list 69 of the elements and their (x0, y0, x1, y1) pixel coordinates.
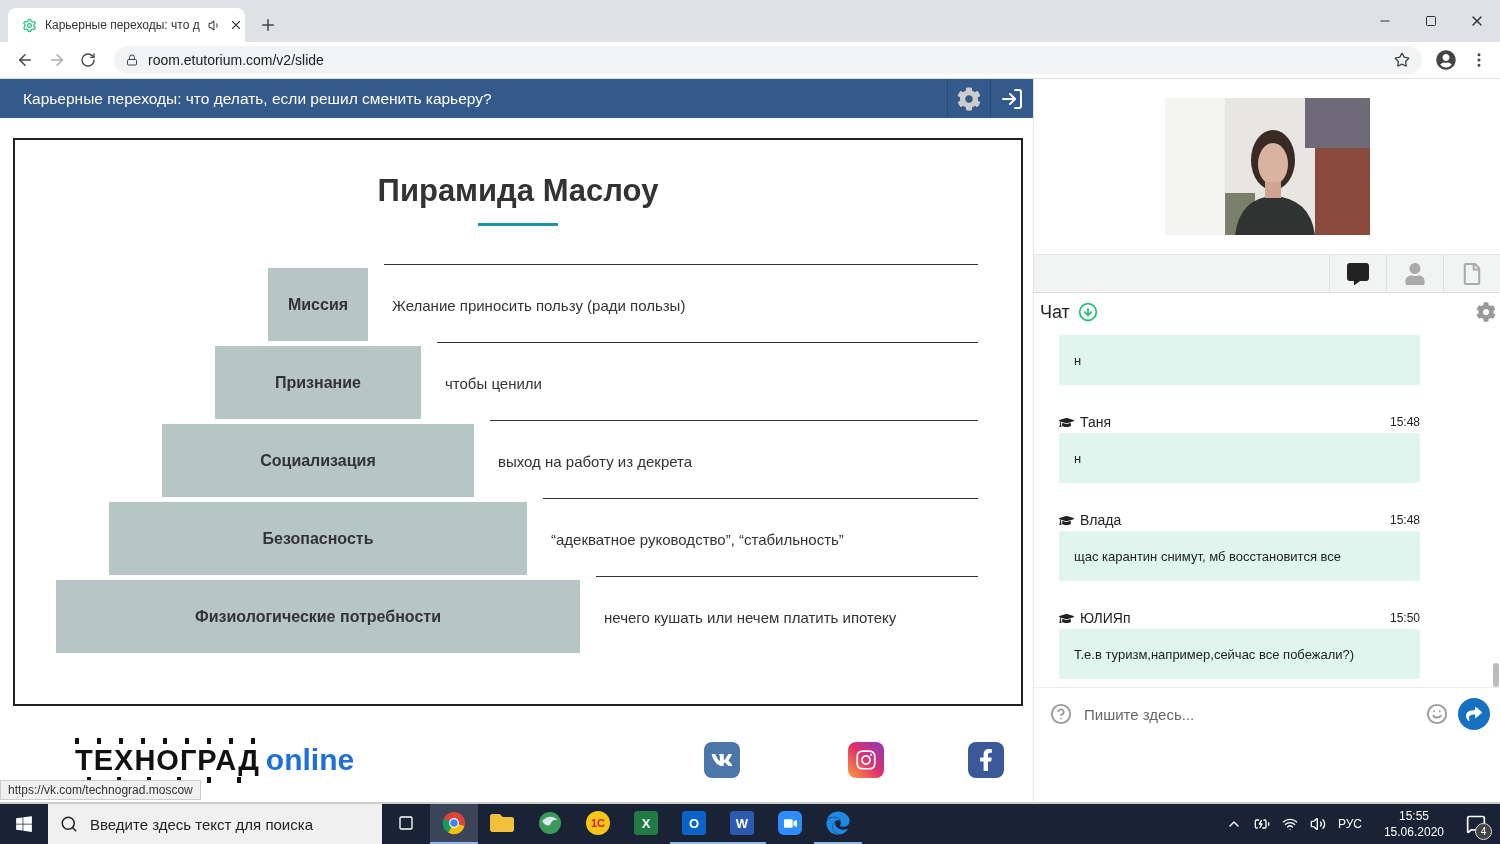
gear-icon (957, 86, 981, 111)
clock-date[interactable]: 15.06.2020 (1383, 824, 1444, 840)
level-note: выход на работу из декрета (498, 453, 693, 470)
video-camera-icon[interactable] (778, 811, 802, 835)
slide-title: Пирамида Маслоу (377, 173, 659, 209)
message-bubble: Т.е.в туризм,например,сейчас все побежали?) (1059, 629, 1420, 679)
address-field[interactable]: room.etutorium.com/v2/slide (114, 46, 1422, 74)
battery-icon[interactable] (1253, 816, 1270, 832)
pyramid-level: Признание (215, 346, 421, 419)
pyramid-level: Безопасность (109, 502, 527, 575)
lock-icon (126, 54, 138, 66)
message-input[interactable]: Пишите здесь... (1082, 704, 1416, 724)
message-author: Влада (1080, 512, 1123, 528)
level-note: “адекватное руководство”, “стабильность” (551, 531, 844, 548)
globe-icon[interactable] (538, 811, 562, 835)
chat-title: Чат (1040, 301, 1070, 323)
scrollbar[interactable] (1493, 663, 1499, 687)
pyramid-level: Социализация (162, 424, 474, 497)
settings-icon[interactable] (1476, 302, 1496, 322)
facebook-icon[interactable] (968, 742, 1005, 778)
smiley-icon[interactable] (1426, 703, 1448, 725)
clock-time[interactable]: 15:55 (1398, 808, 1429, 824)
chrome-icon (442, 811, 466, 835)
search-icon (60, 815, 78, 833)
folder-icon[interactable] (490, 811, 514, 835)
app-icon[interactable]: O (682, 811, 706, 835)
send-button[interactable] (1458, 698, 1490, 730)
search-input[interactable]: Введите здесь текст для поиска (88, 814, 382, 834)
back-icon[interactable] (16, 51, 34, 69)
app-icon[interactable]: X (634, 811, 658, 835)
exit-icon (1000, 86, 1024, 111)
speaker-icon[interactable] (207, 18, 221, 32)
help-icon[interactable] (1050, 703, 1072, 725)
profile-icon[interactable] (1436, 50, 1456, 70)
tab-title: Карьерные переходы: что д (45, 18, 200, 32)
message-time: 15:48 (1389, 415, 1420, 429)
header-title: Карьерные переходы: что делать, если решил сменить карьеру? (23, 89, 493, 108)
edge-icon[interactable] (826, 811, 850, 835)
task-view-icon[interactable] (398, 815, 414, 831)
wifi-icon[interactable] (1281, 816, 1298, 832)
star-icon[interactable] (1394, 52, 1410, 68)
logo-text: ТЕХНОГРАД (75, 737, 260, 783)
status-url: https://vk.com/technograd.moscow (0, 780, 201, 800)
app-icon[interactable]: W (730, 811, 754, 835)
message-bubble: н (1059, 335, 1420, 385)
message-bubble: щас карантин снимут, мб восстановится все (1059, 531, 1420, 581)
url-text: room.etutorium.com/v2/slide (148, 52, 325, 68)
pyramid-level: Миссия (268, 268, 368, 341)
level-note: Желание приносить пользу (ради пользы) (392, 297, 686, 314)
browser-tab[interactable]: Карьерные переходы: что д (8, 8, 245, 42)
vk-icon[interactable] (704, 742, 741, 778)
message-author: Таня (1080, 414, 1113, 430)
search-field[interactable]: Введите здесь текст для поиска (48, 804, 382, 844)
message-author: ЮЛИЯп (1080, 610, 1132, 626)
message-time: 15:50 (1389, 611, 1420, 625)
level-note: чтобы ценили (445, 375, 542, 392)
reload-icon[interactable] (80, 52, 96, 68)
forward-arrow-icon (1466, 706, 1482, 722)
notification-badge: 4 (1475, 823, 1492, 840)
logo-suffix: online (265, 743, 355, 777)
pyramid-level: Физиологические потребности (56, 580, 580, 653)
gear-icon (22, 17, 37, 33)
instagram-icon[interactable] (848, 742, 885, 778)
message-bubble: н (1059, 433, 1420, 483)
new-tab-icon[interactable] (259, 16, 277, 34)
language-indicator[interactable]: РУС (1337, 817, 1362, 831)
message-time: 15:48 (1389, 513, 1420, 527)
volume-icon[interactable] (1309, 816, 1326, 832)
level-note: нечего кушать или нечем платить ипотеку (604, 609, 897, 626)
